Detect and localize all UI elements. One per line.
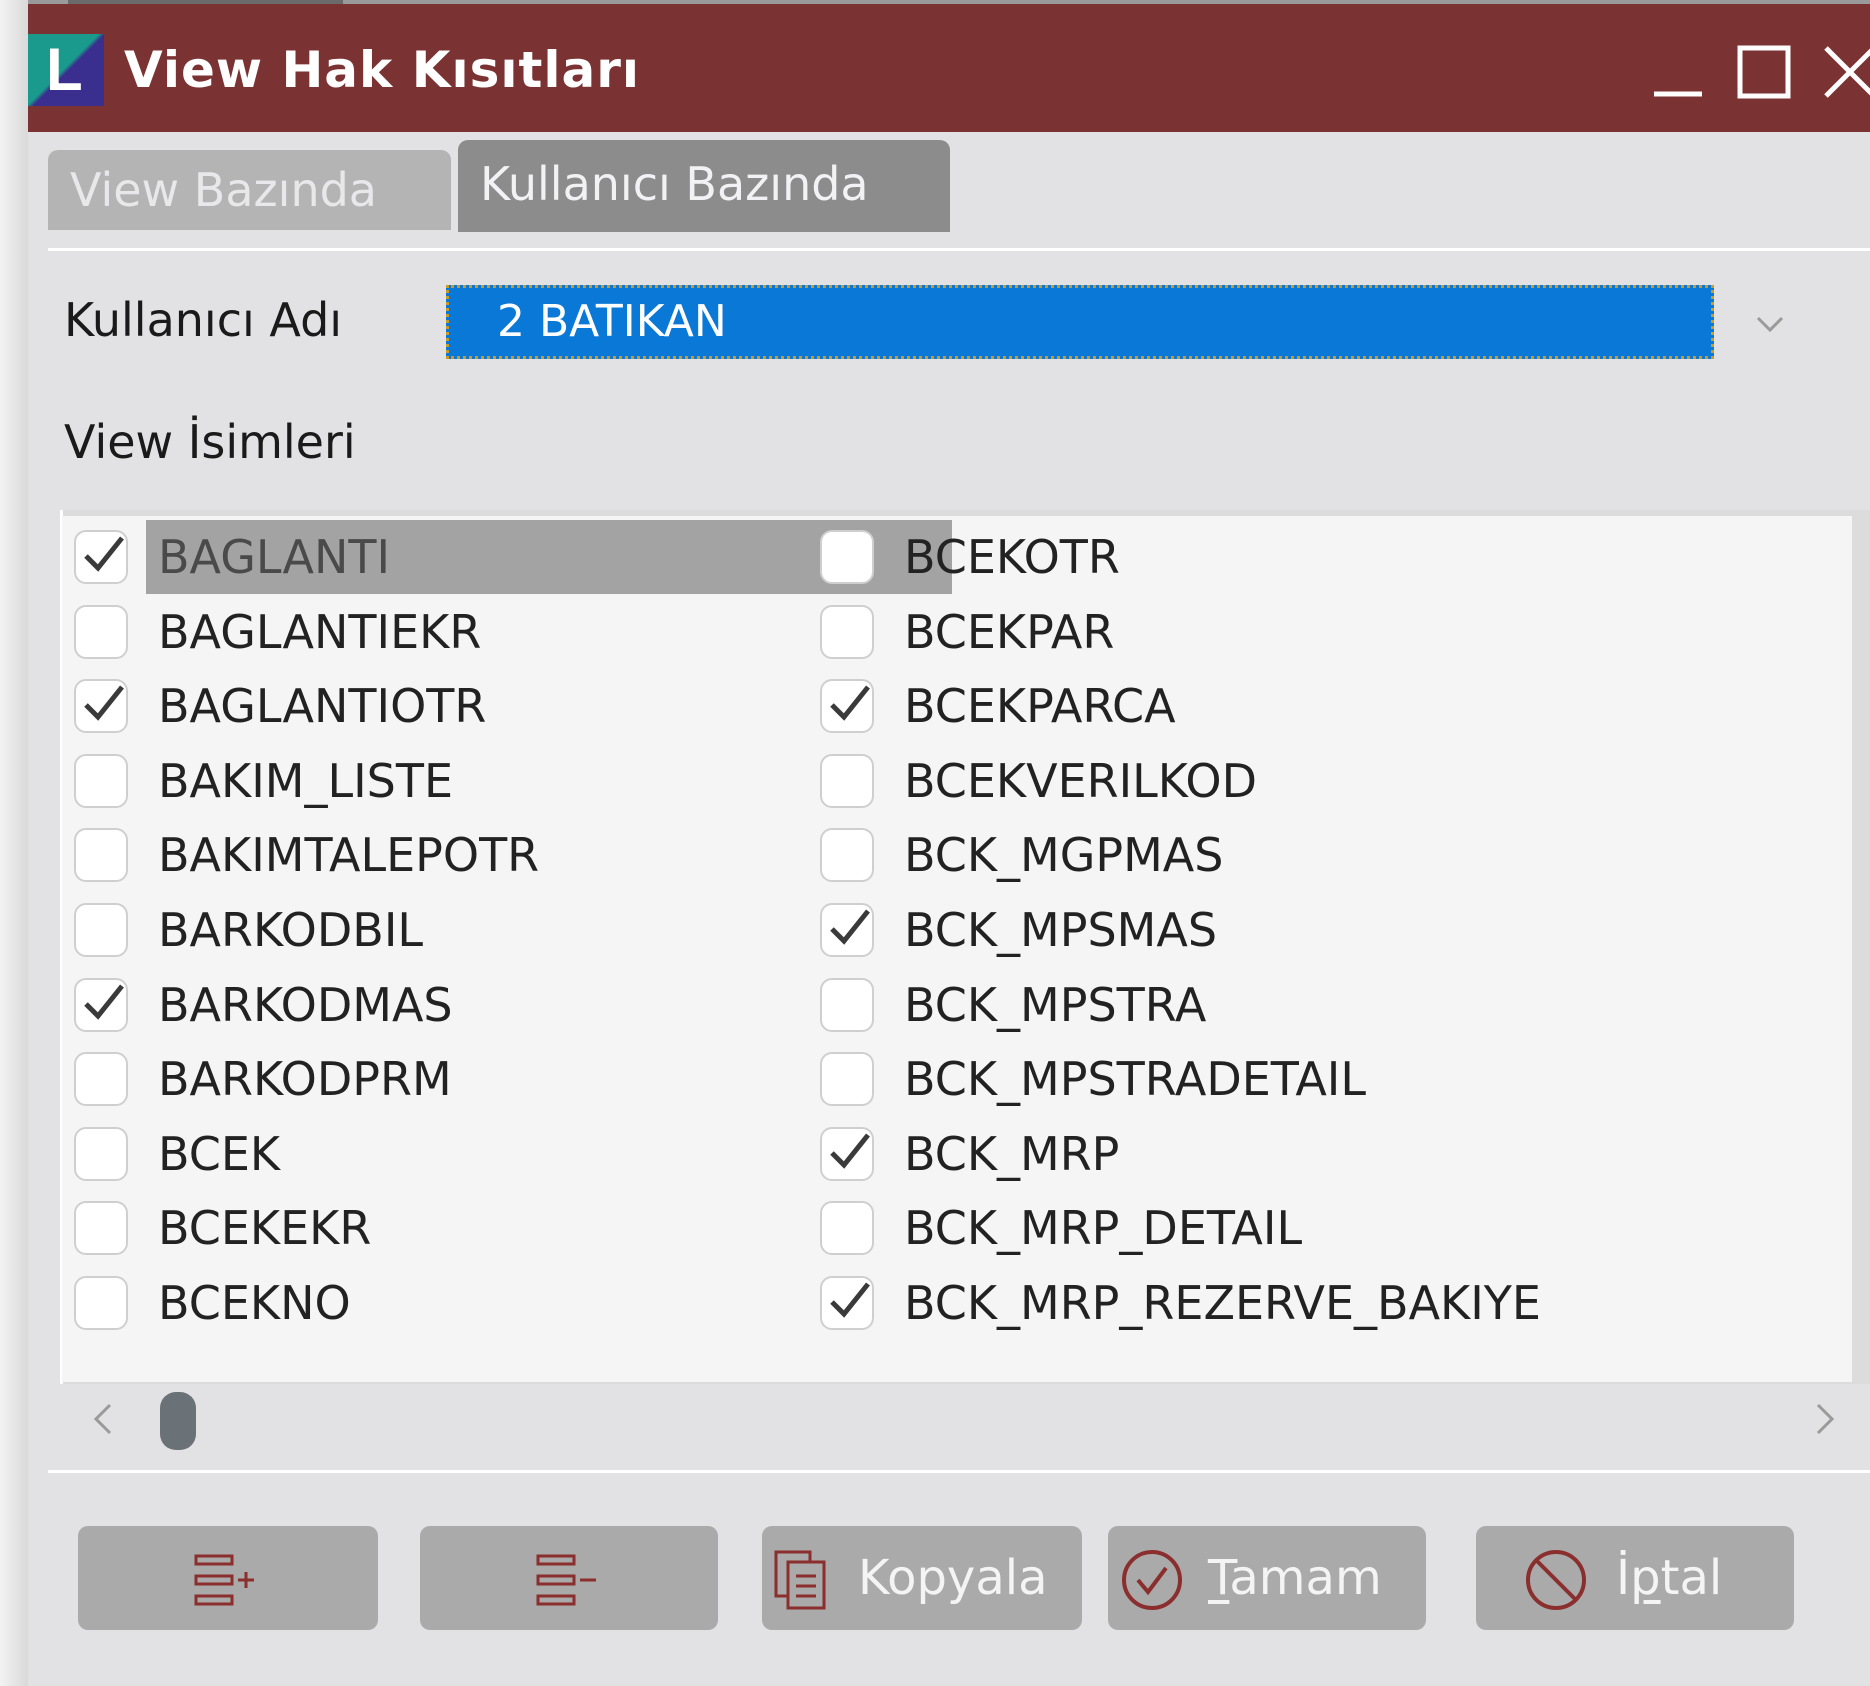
- checkbox-checked[interactable]: [820, 903, 874, 957]
- checkmark-icon: [830, 909, 870, 945]
- checkbox[interactable]: [74, 1276, 128, 1330]
- view-list-item-label: BCEKOTR: [904, 530, 1120, 584]
- checkbox[interactable]: [74, 753, 128, 808]
- checkbox-checked[interactable]: [820, 679, 874, 734]
- ok-label: Tamam: [1208, 1550, 1382, 1606]
- logo-letter: L: [46, 36, 83, 103]
- view-list-item-label: BCEKNO: [158, 1276, 351, 1330]
- checkbox[interactable]: [820, 1201, 874, 1256]
- view-list-item-label: BAGLANTIEKR: [158, 604, 482, 659]
- view-list-item[interactable]: BCEKVERILKOD: [808, 744, 1848, 818]
- view-list-item-label: BCK_MRP_REZERVE_BAKIYE: [904, 1276, 1541, 1330]
- checkbox[interactable]: [74, 1201, 128, 1256]
- screen: L View Hak Kısıtları View Bazında Kullan…: [0, 0, 1870, 1686]
- copy-icon: [770, 1546, 838, 1614]
- checkbox-checked[interactable]: [820, 1276, 874, 1330]
- view-list-item[interactable]: BCEKOTR: [808, 520, 1848, 594]
- checkbox-checked[interactable]: [74, 530, 128, 584]
- checkbox[interactable]: [820, 753, 874, 808]
- scroll-left-icon[interactable]: [84, 1395, 124, 1443]
- cancel-button[interactable]: İptal: [1476, 1526, 1794, 1630]
- background-strip: [0, 0, 28, 1686]
- view-list-item[interactable]: BCK_MRP_REZERVE_BAKIYE: [808, 1266, 1848, 1340]
- chevron-down-icon[interactable]: [1750, 304, 1790, 344]
- view-list-item-label: BCEKEKR: [158, 1201, 372, 1256]
- view-list-item-label: BAKIMTALEPOTR: [158, 828, 540, 883]
- user-select[interactable]: 2 BATIKAN: [446, 285, 1714, 359]
- checkbox[interactable]: [74, 604, 128, 659]
- view-list-item[interactable]: BCK_MPSTRADETAIL: [808, 1042, 1848, 1116]
- add-all-button[interactable]: [78, 1526, 378, 1630]
- view-hak-kisitlari-window: L View Hak Kısıtları View Bazında Kullan…: [28, 4, 1870, 1686]
- checkbox[interactable]: [74, 1052, 128, 1107]
- scroll-right-icon[interactable]: [1804, 1395, 1844, 1443]
- title-bar[interactable]: L View Hak Kısıtları: [28, 4, 1870, 132]
- view-list-item[interactable]: BCK_MRP_DETAIL: [808, 1191, 1848, 1265]
- horizontal-scroll-thumb[interactable]: [160, 1392, 196, 1450]
- view-list-item[interactable]: BCK_MGPMAS: [808, 818, 1848, 892]
- copy-label: Kopyala: [858, 1550, 1048, 1606]
- view-list-item-label: BCK_MPSTRADETAIL: [904, 1052, 1366, 1107]
- view-list-item-label: BARKODPRM: [158, 1052, 452, 1107]
- checkmark-icon: [830, 685, 870, 721]
- tab-view-bazinda[interactable]: View Bazında: [48, 150, 451, 230]
- view-list-item-label: BARKODMAS: [158, 977, 453, 1032]
- checkmark-icon: [84, 685, 124, 721]
- view-list-item-label: BCK_MGPMAS: [904, 828, 1224, 883]
- view-list-item[interactable]: BCK_MRP: [808, 1117, 1848, 1191]
- view-list-item-label: BARKODBIL: [158, 903, 424, 957]
- view-list-item-label: BCK_MPSTRA: [904, 977, 1207, 1032]
- checkbox[interactable]: [820, 604, 874, 659]
- list-remove-icon: [532, 1546, 600, 1614]
- checkbox-checked[interactable]: [820, 1126, 874, 1181]
- copy-button[interactable]: Kopyala: [762, 1526, 1082, 1630]
- view-list-item[interactable]: BCEKPAR: [808, 595, 1848, 669]
- ok-button[interactable]: Tamam: [1108, 1526, 1426, 1630]
- view-list-item[interactable]: BCEKPARCA: [808, 669, 1848, 743]
- view-list-item-label: BAGLANTI: [158, 530, 391, 584]
- remove-all-button[interactable]: [420, 1526, 718, 1630]
- minimize-icon[interactable]: [1648, 42, 1708, 102]
- checkmark-icon: [84, 984, 124, 1020]
- checkbox-checked[interactable]: [74, 977, 128, 1032]
- user-name-label: Kullanıcı Adı: [64, 293, 343, 347]
- view-list-item-label: BCK_MRP: [904, 1126, 1120, 1181]
- view-list-item-label: BCEKPARCA: [904, 679, 1176, 734]
- checkmark-icon: [830, 1282, 870, 1318]
- view-list-item[interactable]: BCK_MPSMAS: [808, 893, 1848, 967]
- view-list-item-label: BCK_MRP_DETAIL: [904, 1201, 1303, 1256]
- app-logo-icon: L: [28, 34, 104, 106]
- checkbox[interactable]: [74, 903, 128, 957]
- view-list-item-label: BCEKVERILKOD: [904, 753, 1258, 808]
- checkbox[interactable]: [820, 530, 874, 584]
- checkbox[interactable]: [820, 1052, 874, 1107]
- maximize-icon[interactable]: [1734, 42, 1794, 102]
- view-names-heading: View İsimleri: [64, 415, 356, 469]
- checkbox-checked[interactable]: [74, 679, 128, 734]
- view-list-item-label: BCK_MPSMAS: [904, 903, 1218, 957]
- view-list-item-label: BAGLANTIOTR: [158, 679, 487, 734]
- window-title: View Hak Kısıtları: [124, 41, 641, 99]
- checkmark-icon: [84, 536, 124, 572]
- checkbox[interactable]: [820, 977, 874, 1032]
- view-checklist[interactable]: BAGLANTI BAGLANTIEKR BAGLANTIOTR BAKIM_LIST…: [62, 516, 1852, 1382]
- close-icon[interactable]: [1820, 42, 1870, 102]
- checkbox[interactable]: [74, 828, 128, 883]
- list-add-icon: [190, 1546, 258, 1614]
- view-list-item[interactable]: BCK_MPSTRA: [808, 968, 1848, 1042]
- checkbox[interactable]: [820, 828, 874, 883]
- cancel-label: İptal: [1616, 1550, 1723, 1606]
- view-list-item-label: BCEKPAR: [904, 604, 1115, 659]
- check-circle-icon: [1118, 1546, 1186, 1614]
- no-entry-icon: [1522, 1546, 1590, 1614]
- checkmark-icon: [830, 1133, 870, 1169]
- checkbox[interactable]: [74, 1126, 128, 1181]
- view-list-item-label: BAKIM_LISTE: [158, 753, 454, 808]
- tab-kullanici-bazinda[interactable]: Kullanıcı Bazında: [458, 140, 950, 232]
- view-list-item-label: BCEK: [158, 1126, 281, 1181]
